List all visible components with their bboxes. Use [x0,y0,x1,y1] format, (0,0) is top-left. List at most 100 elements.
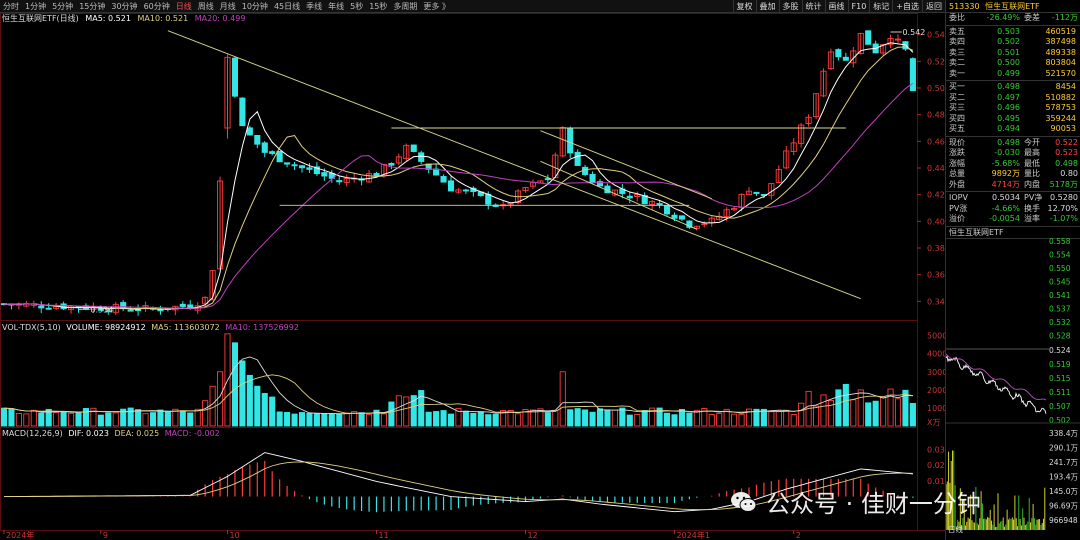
volume-bar [231,342,239,427]
candle [835,48,842,61]
mini-price-tick: 0.519 [1049,360,1071,369]
stat-label: 换手 [1024,203,1040,213]
quote-extra: IOPV 0.5034 PV净 0.5280 PV涨 -4.66% 换手 12.70% 溢价 -0… [946,193,1080,225]
mini-vol-tick: 966948 [1049,516,1078,525]
candle [418,150,425,165]
volume-bar [760,408,767,427]
stat-row: 总量 9892万 量比 0.80 [946,169,1080,180]
stat-value: -1.07% [1049,214,1078,223]
ma5-label: MA5: 0.521 [85,14,131,23]
candle [664,205,671,216]
price-tick: 0.540 [927,31,945,40]
volume-bar [23,413,30,427]
kline-chart-area[interactable]: 0.542 0.334 0.540 0.520 0.500 0.480 0.460 0.440… [0,0,945,540]
book-volume: 510882 [1045,92,1076,102]
trend-line[interactable] [167,30,861,300]
price-tick: 0.400 [927,217,945,226]
book-row: 卖四 0.502 387498 [946,37,1080,48]
high-marker: 0.542 [902,28,925,37]
volume-bar [202,400,209,427]
volume-bar [813,405,820,427]
volume-bar [321,413,328,427]
book-row: 买三 0.496 578753 [946,103,1080,114]
volume-bar [135,409,142,427]
mini-price-tick: 0.558 [1049,238,1071,246]
ma10-label: MA10: 0.521 [137,14,189,23]
date-tick: 10 [230,531,240,540]
trend-line[interactable] [540,130,712,200]
price-tick: 0.500 [927,84,945,93]
book-price: 0.498 [997,82,1020,91]
candle [373,171,380,177]
price-tick: 0.480 [927,111,945,120]
volume-bar [433,411,440,427]
date-tick: 12 [528,531,538,540]
stock-terminal: 分时 1分钟 5分钟 15分钟 30分钟 60分钟 日线 周线 月线 10分钟 45日线 季线 年线 5秒… [0,0,1080,540]
volume-tick: 50000 [927,332,945,341]
book-level: 买五 [949,124,965,133]
ask-book: 卖五 0.503 460519 卖四 0.502 387498 卖三 0.501 489338 卖… [946,27,1080,80]
stat-value: 9892万 [991,169,1020,178]
volume-bar [38,412,45,427]
book-row: 卖一 0.499 521570 [946,69,1080,80]
volume-bar [53,412,60,427]
volume-bar [447,413,455,427]
mini-price-tick: 0.524 [1049,346,1071,355]
mini-price-tick: 0.554 [1049,251,1071,260]
candle [790,138,797,156]
mini-vol-tick: 96.69万 [1049,502,1078,511]
volume-bar [798,402,805,427]
date-tick: 2024年1 [677,530,710,540]
mini-chart-name: 恒生互联网ETF [949,227,1004,237]
candle [231,56,239,98]
candle [120,300,127,312]
macd-indicator-name: MACD(12,26,9) [2,429,63,438]
candle [261,141,268,158]
volume-bar [678,409,685,427]
mini-price-tick: 0.515 [1049,374,1071,383]
book-level: 买二 [949,92,965,102]
mini-vol-tick: 241.7万 [1049,458,1078,467]
stat-label: 涨跌 [949,148,965,157]
mini-vol-tick: 290.1万 [1049,444,1078,453]
stat-value: 0.5280 [1050,193,1078,202]
volume-bar [157,409,164,427]
volume-bar [0,407,8,427]
volume-bar [298,412,306,427]
volume-bar [403,396,410,427]
book-price: 0.500 [997,58,1020,67]
watermark: 公众号 · 佳财一分钟 [730,484,981,519]
volume-bar [738,413,745,427]
volume-bar [686,412,693,427]
volume-bar [97,414,104,427]
mini-price-tick: 0.537 [1049,305,1071,314]
volume-bar [485,414,492,427]
quote-code: 513330 [949,2,980,11]
book-level: 买四 [949,113,965,123]
mini-price-tick: 0.532 [1049,318,1071,327]
book-row: 卖五 0.503 460519 [946,27,1080,38]
stat-label: 内盘 [1024,179,1040,189]
low-marker: 0.334 [90,305,113,314]
candle [678,215,685,221]
mini-price-line [945,355,1047,414]
quote-stats: 现价 0.498 今开 0.522 涨跌 -0.030 最高 0.523 涨幅 -5.68% 最低 0… [946,138,1080,191]
book-row: 买五 0.494 90053 [946,124,1080,135]
volume-bar [75,412,82,427]
volume-bar [865,402,872,427]
date-tick: 11 [379,531,389,540]
volume-bar [835,389,842,427]
candle [135,304,142,316]
volume-bar [358,412,365,427]
price-tick: 0.420 [927,191,945,200]
book-row: 买二 0.497 510882 [946,93,1080,104]
volume-bar [30,409,37,427]
candle [284,162,291,168]
stat-label: 总量 [949,169,965,178]
candle [366,170,373,183]
mini-price-tick: 0.502 [1049,416,1071,425]
price-tick: 0.520 [927,57,945,66]
book-price: 0.499 [997,68,1020,78]
volume-tick: 10000 [927,404,945,413]
candle [909,57,916,92]
